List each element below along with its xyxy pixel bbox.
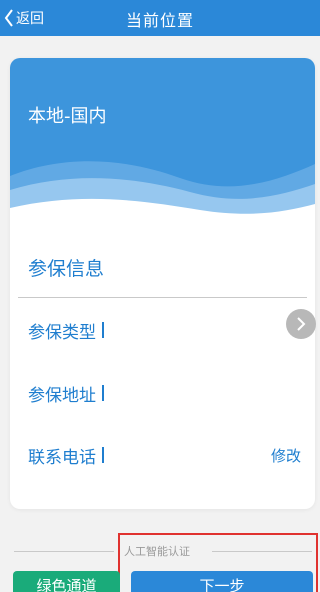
- section-title: 参保信息: [28, 258, 105, 280]
- region-text: 本地-国内: [28, 106, 107, 127]
- field-label: 参保类型: [28, 322, 96, 343]
- page-title: 当前位置: [125, 11, 194, 30]
- location-card: 本地-国内 参保信息 参保类型 参保地址 联系电话 修改: [10, 58, 315, 509]
- side-next-button[interactable]: [286, 309, 316, 339]
- field-label: 联系电话: [28, 447, 96, 468]
- field-cursor: [102, 322, 104, 338]
- field-label: 参保地址: [28, 385, 96, 406]
- green-channel-button[interactable]: 绿色通道: [13, 571, 120, 592]
- divider: [18, 297, 307, 298]
- nav-bar: 返回 当前位置: [0, 0, 320, 36]
- wave-decoration: [10, 161, 315, 228]
- field-cursor: [102, 385, 104, 401]
- card-header-band: 本地-国内: [10, 58, 315, 228]
- divider: [14, 551, 114, 552]
- field-insurance-type[interactable]: 参保类型: [28, 317, 104, 343]
- field-cursor: [102, 447, 104, 463]
- chevron-right-icon: [297, 317, 306, 331]
- field-phone[interactable]: 联系电话: [28, 442, 104, 468]
- field-insurance-address[interactable]: 参保地址: [28, 380, 104, 406]
- next-step-button[interactable]: 下一步: [131, 571, 313, 592]
- edit-phone-link[interactable]: 修改: [271, 445, 301, 466]
